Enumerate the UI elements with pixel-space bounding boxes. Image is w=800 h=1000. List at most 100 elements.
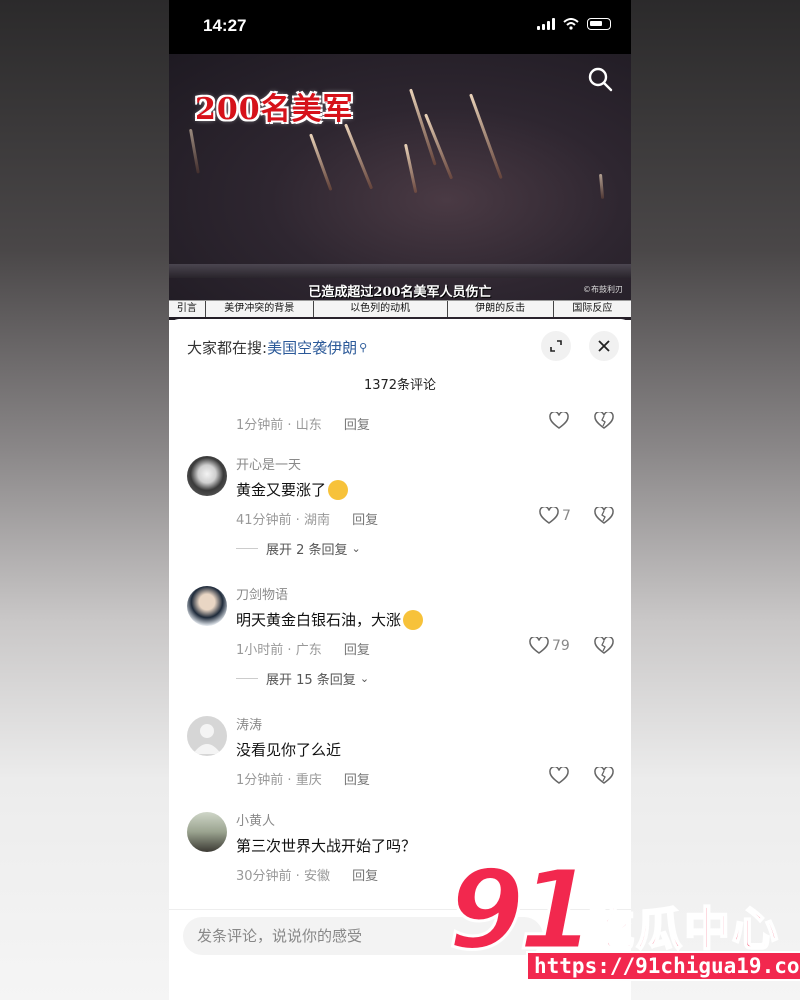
- avatar[interactable]: [187, 716, 227, 756]
- chapter-bar: 引言 美伊冲突的背景 以色列的动机 伊朗的反击 国际反应: [169, 300, 631, 317]
- comment-location: 湖南: [303, 513, 330, 528]
- missile-streak: [189, 128, 200, 174]
- expand-icon: [550, 340, 562, 352]
- divider: [236, 678, 258, 679]
- comment-meta: 1小时前 · 广东 回复: [236, 643, 370, 658]
- emoji-icon: [403, 609, 424, 630]
- avatar[interactable]: [187, 456, 227, 496]
- search-suggestion: 大家都在搜: 美国空袭伊朗 ⚲: [187, 337, 367, 358]
- comment-meta: 1分钟前 · 山东 回复: [236, 418, 370, 433]
- search-icon[interactable]: [587, 66, 613, 96]
- road-lights: [169, 264, 631, 278]
- video-watermark: ©布鼓利刃: [583, 285, 623, 294]
- signal-icon: [537, 18, 555, 30]
- heart-icon: [539, 507, 559, 524]
- comment-meta: 1分钟前 · 重庆 回复: [236, 773, 370, 788]
- comment-count: 1372条评论: [363, 378, 437, 393]
- comment-username[interactable]: 开心是一天: [236, 454, 301, 473]
- broken-heart-icon: [594, 410, 614, 429]
- phone-screen: 14:27 200名美军 已造成超过200名美军人员伤亡 ©布鼓利刃 引言 美伊…: [169, 0, 631, 1000]
- like-count: 7: [562, 508, 571, 524]
- comment-time: 30分钟前: [236, 869, 292, 884]
- reply-button[interactable]: 回复: [344, 643, 370, 658]
- comment-time: 41分钟前: [236, 513, 292, 528]
- missile-streak: [344, 123, 374, 190]
- broken-heart-icon: [594, 765, 614, 784]
- wifi-icon: [563, 18, 579, 30]
- comment-text: 没看见你了么近: [236, 741, 342, 759]
- expand-replies-label: 展开 2 条回复: [266, 543, 348, 558]
- like-count: 79: [552, 638, 570, 654]
- missile-streak: [404, 143, 418, 194]
- dislike-button[interactable]: [594, 635, 614, 659]
- search-prefix: 大家都在搜:: [187, 339, 268, 357]
- heart-icon: [549, 767, 569, 784]
- like-button[interactable]: [549, 767, 569, 785]
- avatar[interactable]: [187, 812, 227, 852]
- missile-streak: [469, 93, 503, 180]
- close-icon: [598, 340, 610, 352]
- comment-input[interactable]: 发条评论，说说你的感受: [183, 917, 543, 955]
- dislike-button[interactable]: [594, 765, 614, 789]
- status-icons: [537, 18, 611, 30]
- reply-button[interactable]: 回复: [344, 773, 370, 788]
- comment-meta: 30分钟前 · 安徽 回复: [236, 869, 379, 884]
- comment-location: 安徽: [303, 869, 330, 884]
- chapter-item[interactable]: 国际反应: [554, 301, 631, 317]
- expand-replies-button[interactable]: 展开 2 条回复 ⌄: [236, 539, 361, 558]
- like-button[interactable]: 7: [539, 507, 571, 525]
- reply-button[interactable]: 回复: [352, 513, 378, 528]
- broken-heart-icon: [594, 635, 614, 654]
- reply-button[interactable]: 回复: [344, 418, 370, 433]
- heart-icon: [529, 637, 549, 654]
- comment-username[interactable]: 刀剑物语: [236, 584, 288, 603]
- comment-text: 明天黄金白银石油，大涨: [236, 609, 424, 630]
- comment-text-content: 黄金又要涨了: [236, 481, 327, 499]
- comment-text-content: 明天黄金白银石油，大涨: [236, 611, 402, 629]
- comment-text: 黄金又要涨了: [236, 479, 349, 500]
- emoji-icon: [328, 479, 349, 500]
- comment-time: 1分钟前: [236, 773, 284, 788]
- expand-replies-label: 展开 15 条回复: [266, 673, 356, 688]
- comment-location: 山东: [295, 418, 322, 433]
- chapter-item[interactable]: 伊朗的反击: [448, 301, 554, 317]
- dislike-button[interactable]: [594, 410, 614, 434]
- comment-location: 广东: [295, 643, 322, 658]
- status-time: 14:27: [203, 16, 247, 35]
- expand-button[interactable]: [541, 331, 571, 361]
- search-term-link[interactable]: 美国空袭伊朗: [267, 337, 357, 358]
- comment-input-bar: 发条评论，说说你的感受: [169, 909, 631, 1000]
- video-title-overlay: 200名美军: [195, 92, 354, 127]
- dislike-button[interactable]: [594, 505, 614, 529]
- divider: [236, 548, 258, 549]
- expand-replies-button[interactable]: 展开 15 条回复 ⌄: [236, 669, 369, 688]
- comment-meta: 41分钟前 · 湖南 回复: [236, 513, 379, 528]
- like-button[interactable]: [549, 412, 569, 430]
- comment-time: 1分钟前: [236, 418, 284, 433]
- close-button[interactable]: [589, 331, 619, 361]
- comment-time: 1小时前: [236, 643, 284, 658]
- comments-sheet: 大家都在搜: 美国空袭伊朗 ⚲ 1372条评论 1分钟前 · 山东 回复 开心是…: [169, 319, 631, 1000]
- avatar[interactable]: [187, 586, 227, 626]
- comment-username[interactable]: 涛涛: [236, 714, 262, 733]
- search-small-icon: ⚲: [359, 341, 368, 354]
- battery-icon: [587, 18, 611, 30]
- comment-username[interactable]: 小黄人: [236, 810, 275, 829]
- like-button[interactable]: 79: [529, 637, 570, 655]
- video-subtitle: 已造成超过200名美军人员伤亡: [308, 285, 492, 300]
- status-bar: 14:27: [169, 0, 631, 54]
- reply-button[interactable]: 回复: [352, 869, 378, 884]
- default-avatar-icon: [193, 724, 221, 754]
- missile-streak: [309, 133, 333, 191]
- video-player[interactable]: 200名美军 已造成超过200名美军人员伤亡 ©布鼓利刃 引言 美伊冲突的背景 …: [169, 54, 631, 320]
- heart-icon: [549, 412, 569, 429]
- comment-text: 第三次世界大战开始了吗？: [236, 837, 417, 855]
- chapter-item[interactable]: 引言: [169, 301, 206, 317]
- missile-streak: [599, 173, 605, 200]
- chevron-down-icon: ⌄: [359, 672, 370, 685]
- broken-heart-icon: [594, 505, 614, 524]
- chevron-down-icon: ⌄: [351, 542, 361, 555]
- comment-location: 重庆: [295, 773, 322, 788]
- chapter-item[interactable]: 以色列的动机: [314, 301, 448, 317]
- chapter-item[interactable]: 美伊冲突的背景: [206, 301, 314, 317]
